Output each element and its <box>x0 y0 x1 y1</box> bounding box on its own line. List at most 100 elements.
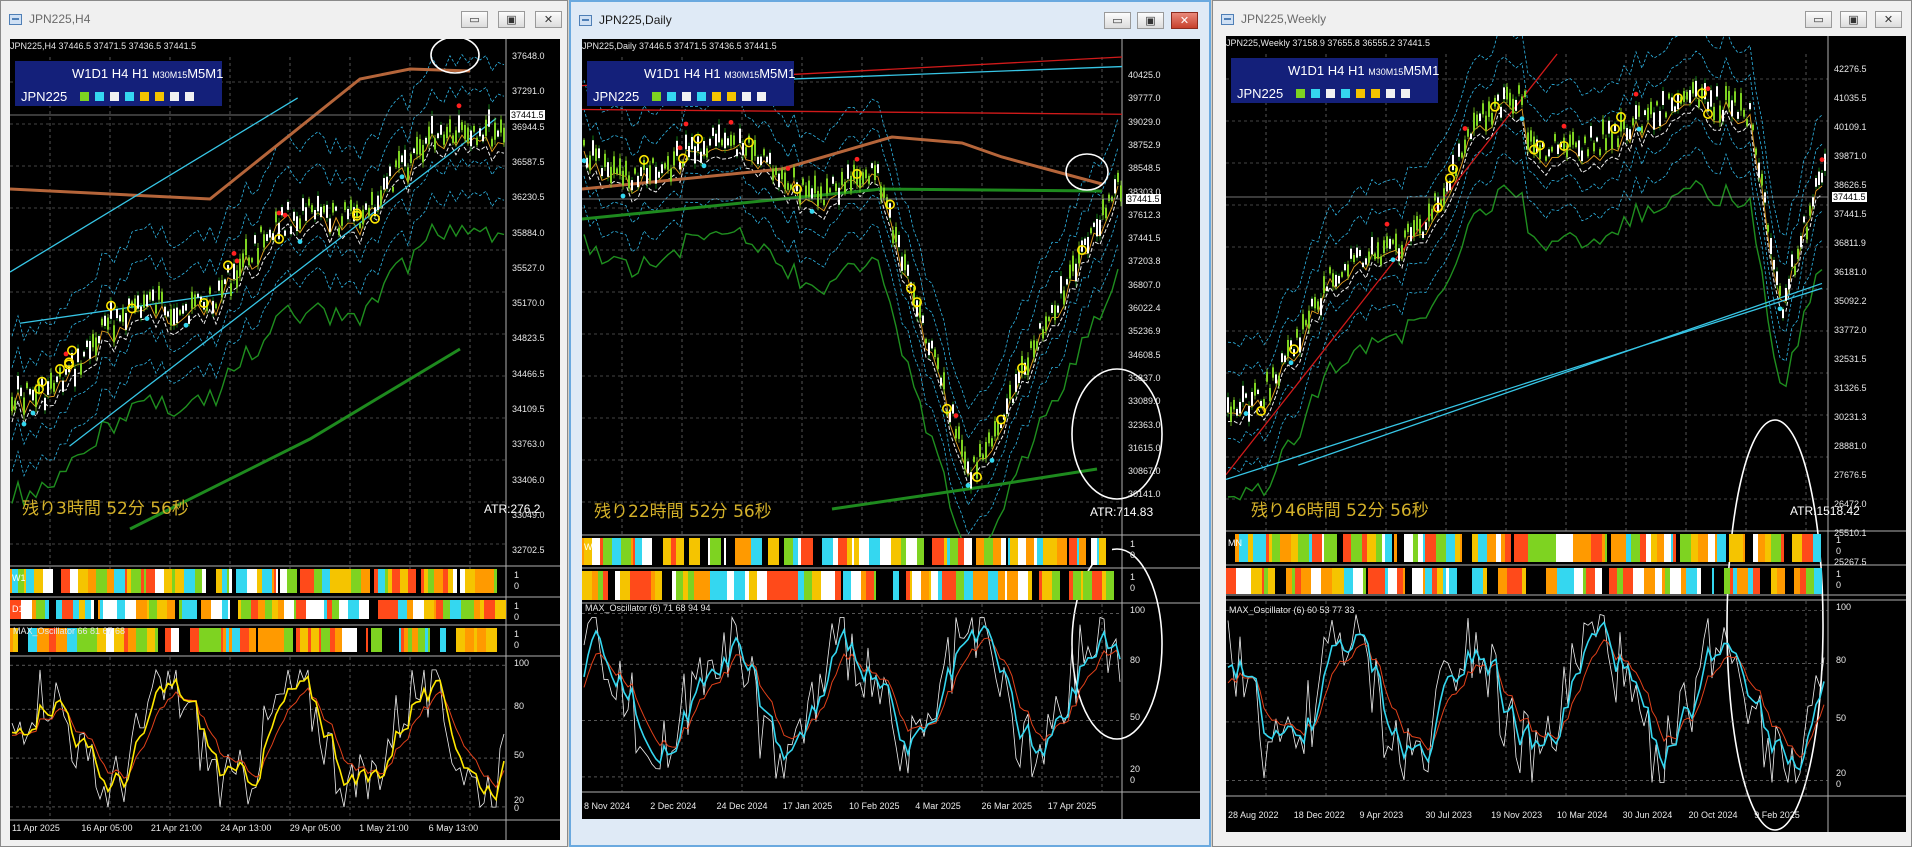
signal-bar <box>633 538 635 565</box>
candle-body <box>1302 314 1304 330</box>
signal-bar <box>308 628 311 652</box>
close-button[interactable]: ✕ <box>1875 11 1902 28</box>
chart-area[interactable]: JPN225,Weekly 37158.9 37655.8 36555.2 37… <box>1226 36 1906 832</box>
candle-body <box>482 134 484 142</box>
time-label: 16 Apr 05:00 <box>81 823 133 833</box>
close-button[interactable]: ✕ <box>535 11 562 28</box>
signal-bar <box>1264 568 1268 594</box>
candle-body <box>1066 279 1068 285</box>
candle-body <box>74 368 76 387</box>
signal-bar <box>1007 571 1018 600</box>
candle-body <box>80 363 82 375</box>
signal-bar <box>718 571 727 600</box>
candle-body <box>104 315 106 326</box>
close-button[interactable]: ✕ <box>1171 12 1198 29</box>
signal-bar <box>434 600 436 619</box>
signal-bar <box>157 600 167 619</box>
minimize-button[interactable]: ▭ <box>1104 12 1131 29</box>
signal-bar <box>1777 568 1785 594</box>
signal-bar <box>34 569 43 593</box>
signal-bar <box>1697 568 1701 594</box>
trend-dot <box>1386 89 1395 98</box>
signal-bar <box>1528 534 1539 562</box>
candle-body <box>691 137 693 150</box>
candle-body <box>368 207 370 217</box>
signal-bar <box>1771 534 1781 562</box>
signal-bar <box>208 628 214 652</box>
signal-bar <box>710 571 718 600</box>
signal-bar <box>1418 534 1420 562</box>
signal-bar <box>1403 568 1405 594</box>
swing-low-dot <box>809 209 815 214</box>
chart-area[interactable]: JPN225,Daily 37446.5 37471.5 37436.5 374… <box>582 39 1200 819</box>
swing-low-dot <box>989 457 995 463</box>
candle-body <box>1464 139 1466 154</box>
candle-body <box>1584 136 1586 144</box>
candle-body <box>1527 132 1529 150</box>
candle-body <box>1236 408 1238 416</box>
signal-bar <box>1646 534 1651 562</box>
osc-level-label: 20 <box>1836 767 1847 778</box>
candle-body <box>455 130 457 143</box>
minimize-button[interactable]: ▭ <box>461 11 488 28</box>
candle-body <box>1665 112 1667 118</box>
minimize-button[interactable]: ▭ <box>1805 11 1832 28</box>
candle-body <box>1269 388 1271 402</box>
signal-bar <box>1655 568 1662 594</box>
signal-bar <box>407 600 413 619</box>
oscillator-slow <box>583 637 1121 748</box>
candle-body <box>1803 216 1805 223</box>
candle-body <box>1350 248 1352 259</box>
trend-dots <box>1296 89 1416 99</box>
candle-body <box>1383 240 1385 254</box>
signal-bar <box>990 571 998 600</box>
candle-body <box>1578 140 1580 157</box>
signal-bar <box>1099 538 1106 565</box>
candle-body <box>622 170 624 186</box>
title-bar[interactable]: JPN225,Daily ▭ ▣ ✕ <box>571 2 1209 40</box>
time-label: 28 Aug 2022 <box>1228 810 1279 820</box>
signal-bar <box>222 600 228 619</box>
signal-bar <box>416 569 421 593</box>
signal-bar <box>950 538 958 565</box>
maximize-button[interactable]: ▣ <box>1137 12 1164 29</box>
candle-body <box>715 133 717 147</box>
maximize-button[interactable]: ▣ <box>498 11 525 28</box>
signal-bar <box>195 569 202 593</box>
title-bar[interactable]: JPN225,Weekly ▭ ▣ ✕ <box>1213 1 1911 39</box>
signal-bar <box>1673 534 1676 562</box>
signal-bar <box>391 628 399 652</box>
signal-bar <box>635 538 642 565</box>
signal-bar <box>127 569 131 593</box>
signal-bar <box>171 628 177 652</box>
chart-window-h4[interactable]: JPN225,H4 ▭ ▣ ✕ JPN225,H4 37446.5 37471.… <box>0 0 568 847</box>
signal-bar <box>1584 534 1591 562</box>
candle-body <box>1335 274 1337 287</box>
candle-body <box>1554 134 1556 142</box>
signal-bar <box>1018 538 1026 565</box>
candle-body <box>1051 304 1053 313</box>
maximize-button[interactable]: ▣ <box>1840 11 1867 28</box>
signal-bar <box>1291 534 1298 562</box>
signal-bar <box>272 600 276 619</box>
signal-bar <box>278 600 284 619</box>
band-line <box>583 166 1119 506</box>
signal-bar <box>1413 534 1418 562</box>
signal-bar <box>1243 568 1251 594</box>
signal-bar <box>822 538 833 565</box>
chart-window-daily[interactable]: JPN225,Daily ▭ ▣ ✕ JPN225,Daily 37446.5 … <box>569 0 1211 847</box>
candle-body <box>709 138 711 146</box>
chart-window-weekly[interactable]: JPN225,Weekly ▭ ▣ ✕ JPN225,Weekly 37158.… <box>1212 0 1912 847</box>
signal-bar <box>222 569 227 593</box>
title-bar[interactable]: JPN225,H4 ▭ ▣ ✕ <box>1 1 567 39</box>
signal-bar <box>351 628 357 652</box>
chart-area[interactable]: JPN225,H4 37446.5 37471.5 37436.5 37441.… <box>10 39 560 840</box>
signal-bar <box>1602 568 1609 594</box>
candle-body <box>1629 129 1631 140</box>
candle-body <box>164 306 166 316</box>
signal-bar <box>1714 568 1724 594</box>
price-label: 40109.1 <box>1834 122 1867 132</box>
candle-body <box>655 166 657 184</box>
signal-bar <box>179 600 182 619</box>
candle-body <box>1356 247 1358 258</box>
